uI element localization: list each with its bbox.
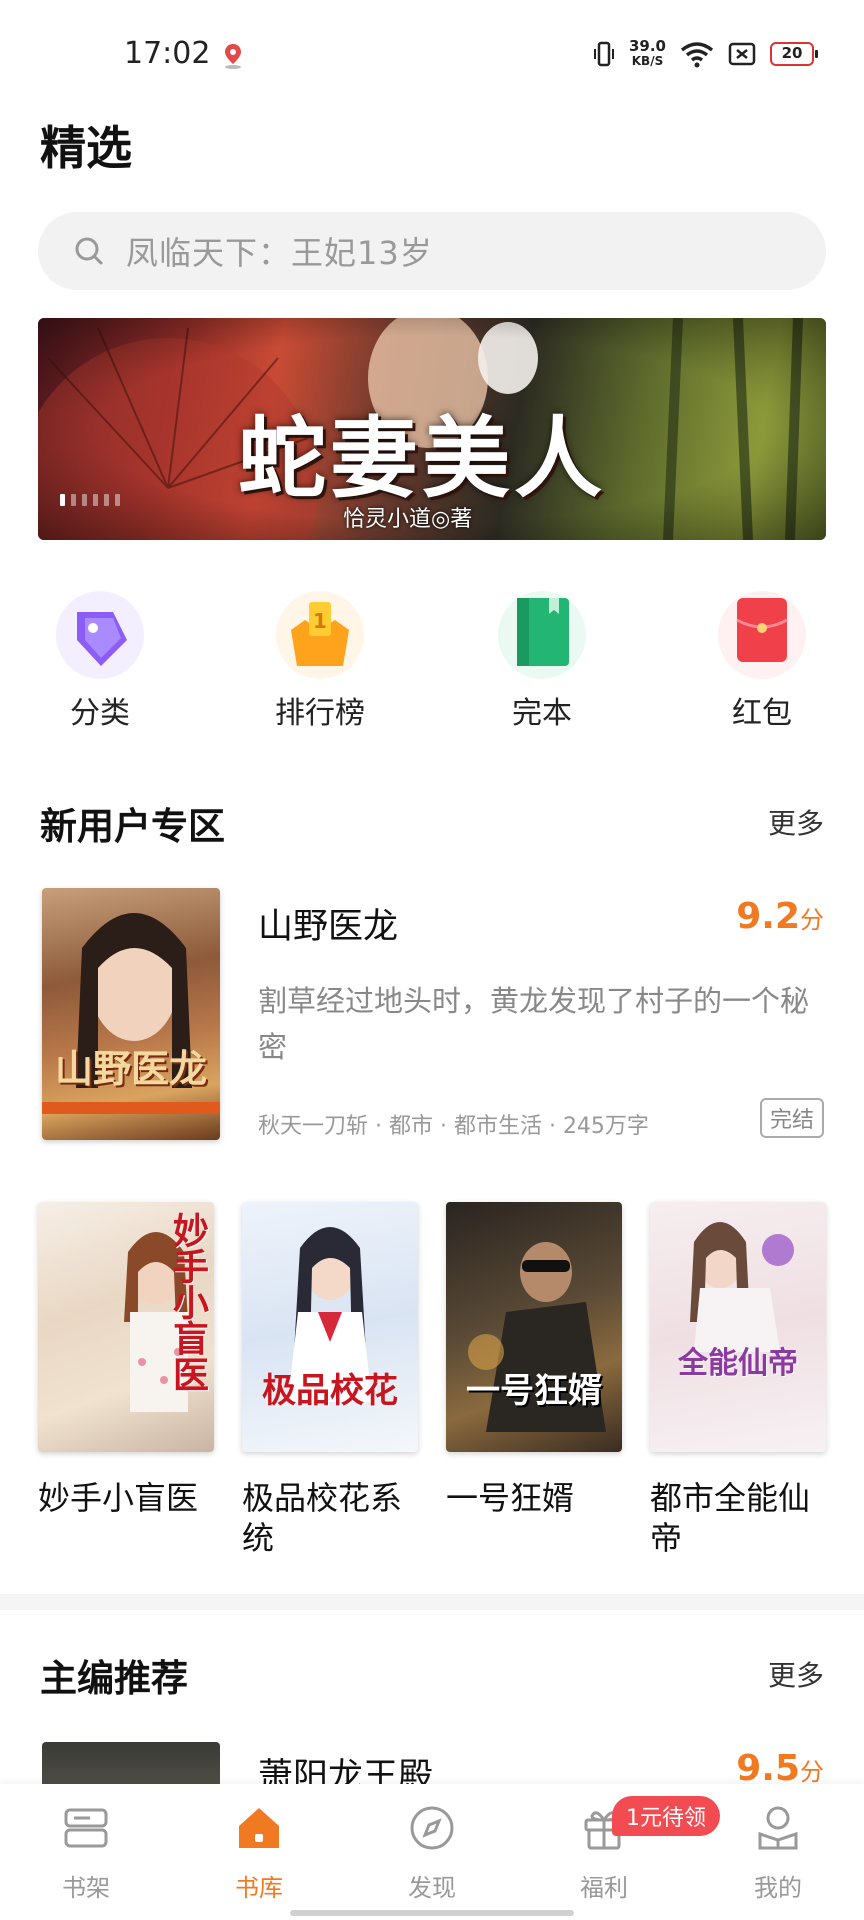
score-value: 9.2 (736, 896, 800, 937)
score-unit: 分 (800, 906, 824, 934)
bottom-tab-bar: 书架 书库 发现 福利 我的 (0, 1784, 864, 1920)
score-value: 9.5 (736, 1748, 800, 1789)
welfare-badge[interactable]: 1元待领 (612, 1796, 720, 1836)
search-bar[interactable]: 凤临天下：王妃13岁 (38, 212, 826, 290)
cover-title: 山野医龙 (54, 1046, 207, 1091)
location-icon (225, 44, 241, 69)
book-title: 妙手小盲医 (38, 1479, 199, 1517)
bookshelf-icon (64, 1808, 108, 1848)
net-speed-value: 39.0 (628, 37, 666, 55)
profile-icon (758, 1806, 798, 1850)
tab-label: 书库 (235, 1874, 283, 1902)
banner-dot (115, 494, 120, 506)
quick-nav-label: 分类 (70, 696, 130, 731)
cover-title: 全能仙帝 (678, 1346, 798, 1381)
book-cover[interactable]: 山野医龙 (42, 888, 220, 1140)
page-title: 精选 (40, 121, 132, 175)
book-cover: 妙手小盲医 (38, 1202, 214, 1452)
tab-label: 书架 (62, 1874, 110, 1902)
tab-label: 发现 (408, 1874, 456, 1902)
quick-nav-label: 红包 (732, 696, 792, 731)
net-speed-unit: KB/S (631, 54, 664, 68)
banner-title: 蛇妻美人 (238, 406, 607, 510)
quick-nav: 分类 1 排行榜 完本 红包 (0, 590, 864, 731)
book-title: 都市全能仙帝 (650, 1479, 811, 1557)
banner-dot (71, 494, 76, 506)
cover-art (468, 1242, 606, 1432)
book-cover: 全能仙帝 (650, 1202, 826, 1452)
book-title[interactable]: 山野医龙 (258, 898, 398, 949)
more-link-editor-pick[interactable]: 更多 (768, 1654, 824, 1694)
quick-nav-ranking[interactable]: 1 排行榜 (240, 590, 400, 732)
search-icon (75, 237, 103, 265)
book-card[interactable]: 全能仙帝 都市全能仙帝 (650, 1202, 828, 1558)
vibrate-icon (593, 41, 614, 67)
banner-pagination (60, 494, 120, 506)
book-cover: 一号狂婿 (446, 1202, 622, 1452)
tab-label: 福利 (580, 1874, 628, 1902)
banner-dot (104, 494, 109, 506)
status-time: 17:02 (124, 36, 211, 71)
book-score: 9.5分 (736, 1748, 824, 1789)
cover-art (42, 913, 220, 1114)
banner-dot (82, 494, 87, 506)
banner-author: 恰灵小道◎著 (343, 507, 473, 532)
book-title: 极品校花系统 (242, 1479, 403, 1557)
book-cover: 极品校花 (242, 1202, 418, 1452)
quick-nav-finished[interactable]: 完本 (462, 590, 622, 732)
finished-book-icon (498, 591, 586, 679)
sim-off-icon (728, 42, 756, 66)
promo-banner[interactable]: 蛇妻美人 恰灵小道◎著 (38, 318, 826, 540)
score-unit: 分 (800, 1758, 824, 1786)
more-link-new-user[interactable]: 更多 (768, 802, 824, 842)
banner-dot (93, 494, 98, 506)
book-card[interactable]: 妙手小盲医 妙手小盲医 (38, 1202, 216, 1518)
compass-icon (410, 1806, 454, 1850)
net-speed: 39.0 KB/S (629, 39, 666, 69)
book-score: 9.2分 (736, 896, 824, 937)
quick-nav-label: 排行榜 (275, 696, 365, 731)
library-home-icon (239, 1808, 279, 1848)
quick-nav-label: 完本 (512, 696, 572, 731)
tab-label: 我的 (754, 1874, 802, 1902)
book-card[interactable]: 极品校花 极品校花系统 (242, 1202, 420, 1558)
red-envelope-icon (718, 591, 806, 679)
category-tag-icon (56, 591, 144, 679)
home-indicator[interactable] (290, 1910, 574, 1916)
book-description: 割草经过地头时，黄龙发现了村子的一个秘密 (258, 984, 810, 1064)
banner-dot (60, 494, 65, 506)
cover-art (690, 1222, 794, 1352)
tab-profile[interactable]: 我的 (718, 1802, 838, 1903)
wifi-icon (680, 42, 714, 68)
section-title-editor-pick: 主编推荐 (40, 1657, 188, 1700)
search-placeholder: 凤临天下：王妃13岁 (126, 234, 433, 272)
status-badge: 完结 (759, 1098, 824, 1138)
ranking-trophy-icon: 1 (276, 591, 364, 679)
book-title: 一号狂婿 (446, 1479, 575, 1517)
cover-art (288, 1227, 372, 1402)
quick-nav-red-envelope[interactable]: 红包 (682, 590, 842, 732)
tab-library[interactable]: 书库 (199, 1802, 319, 1903)
status-icons: 39.0 KB/S 20 (593, 36, 818, 72)
status-bar: 17:02 39.0 KB/S 20 (0, 0, 864, 110)
cover-title: 极品校花 (262, 1371, 398, 1411)
battery-icon: 20 (770, 42, 818, 66)
cover-title: 妙手小盲医 (167, 1212, 209, 1392)
quick-nav-category[interactable]: 分类 (20, 590, 180, 732)
section-title-new-user: 新用户专区 (40, 805, 225, 848)
section-divider (0, 1594, 864, 1610)
svg-text:1: 1 (313, 609, 327, 633)
book-meta: 秋天一刀斩 · 都市 · 都市生活 · 245万字 (258, 1114, 649, 1139)
book-card[interactable]: 一号狂婿 一号狂婿 (446, 1202, 624, 1518)
tab-bookshelf[interactable]: 书架 (26, 1802, 146, 1903)
cover-title: 一号狂婿 (466, 1371, 602, 1411)
tab-discover[interactable]: 发现 (372, 1802, 492, 1903)
